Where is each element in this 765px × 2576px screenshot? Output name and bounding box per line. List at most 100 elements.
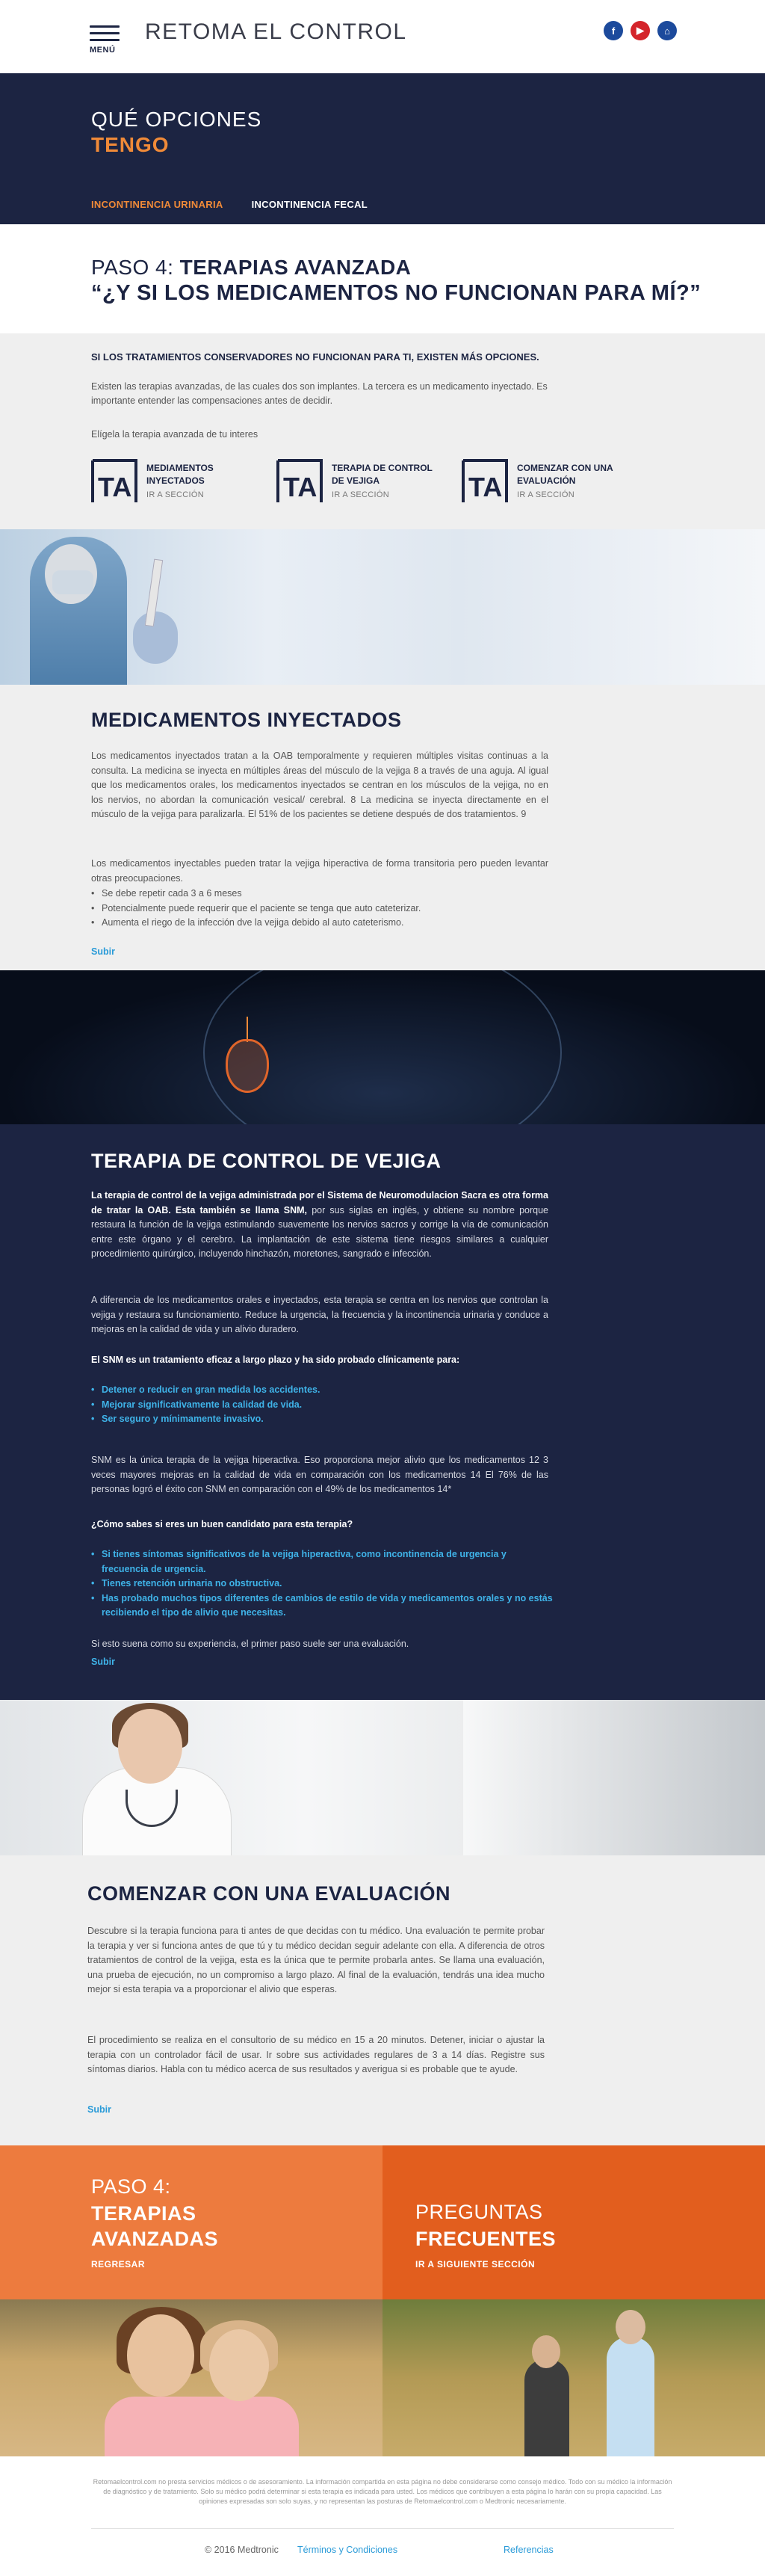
- hamburger-icon-bar: [90, 39, 120, 41]
- bladder-icon: [226, 1039, 269, 1093]
- paragraph-lead: El SNM es un tratamiento eficaz a largo …: [91, 1355, 460, 1365]
- terms-link[interactable]: Términos y Condiciones: [297, 2545, 397, 2555]
- legal-disclaimer: Retomaelcontrol.com no presta servicios …: [93, 2478, 672, 2505]
- section-paragraph-bold: ¿Cómo sabes si eres un buen candidato pa…: [91, 1517, 548, 1532]
- option-link[interactable]: IR A SECCIÓN: [146, 490, 258, 499]
- option-comenzar-evaluacion[interactable]: TA COMENZAR CON UNA EVALUACIÓN IR A SECC…: [462, 459, 647, 504]
- step-name: TERAPIAS AVANZADA: [179, 256, 412, 279]
- nav-sub-label: REGRESAR: [91, 2259, 146, 2270]
- woman-face: [209, 2329, 269, 2401]
- woman-head: [532, 2335, 560, 2368]
- step-title: PASO 4: TERAPIAS AVANZADA: [91, 256, 411, 280]
- list-item: Potencialmente puede requerir que el pac…: [91, 902, 554, 916]
- nav-kicker: PASO 4:: [91, 2175, 171, 2198]
- intro-section: SI LOS TRATAMIENTOS CONSERVADORES NO FUN…: [0, 333, 765, 529]
- gloved-hand: [133, 611, 178, 664]
- option-terapia-control-vejiga[interactable]: TA TERAPIA DE CONTROL DE VEJIGA IR A SEC…: [276, 459, 462, 504]
- list-item: Si tienes síntomas significativos de la …: [91, 1547, 554, 1577]
- woman-face: [127, 2314, 194, 2397]
- home-icon[interactable]: ⌂: [657, 21, 677, 40]
- list-item: Aumenta el riego de la infección dve la …: [91, 916, 554, 931]
- ta-logo-icon: TA: [462, 459, 508, 504]
- previous-section-button[interactable]: PASO 4: TERAPIAS AVANZADAS REGRESAR: [0, 2145, 382, 2299]
- tab-incontinencia-fecal[interactable]: INCONTINENCIA FECAL: [252, 199, 368, 210]
- section-comenzar-evaluacion: COMENZAR CON UNA EVALUACIÓN Descubre si …: [0, 1855, 765, 2145]
- tab-incontinencia-urinaria[interactable]: INCONTINENCIA URINARIA: [91, 199, 223, 210]
- nerve-line: [247, 1017, 248, 1042]
- ta-logo-text: TA: [283, 472, 317, 502]
- hamburger-icon: [90, 25, 120, 28]
- list-item: Has probado muchos tipos diferentes de c…: [91, 1591, 554, 1621]
- ta-logo-text: TA: [468, 472, 502, 502]
- site-footer: Retomaelcontrol.com no presta servicios …: [0, 2456, 765, 2576]
- next-section-button[interactable]: PREGUNTAS FRECUENTES IR A SIGUIENTE SECC…: [382, 2145, 765, 2299]
- section-paragraph: Descubre si la terapia funciona para ti …: [87, 1926, 545, 1994]
- list-item: Se debe repetir cada 3 a 6 meses: [91, 887, 554, 902]
- option-title: TERAPIA DE CONTROL DE VEJIGA: [332, 463, 433, 486]
- back-to-top-link[interactable]: Subir: [91, 946, 115, 957]
- menu-label: MENÚ: [90, 46, 116, 55]
- option-title: COMENZAR CON UNA EVALUACIÓN: [517, 463, 613, 486]
- nav-kicker: PREGUNTAS: [415, 2201, 543, 2223]
- intro-body: Existen las terapias avanzadas, de las c…: [91, 381, 548, 406]
- section-paragraph: Si esto suena como su experiencia, el pr…: [91, 1639, 409, 1649]
- option-link[interactable]: IR A SECCIÓN: [517, 490, 629, 499]
- copyright: © 2016 Medtronic: [205, 2545, 279, 2555]
- option-link[interactable]: IR A SECCIÓN: [332, 490, 444, 499]
- section-terapia-control-vejiga: TERAPIA DE CONTROL DE VEJIGA La terapia …: [0, 1124, 765, 1700]
- hamburger-icon-bar: [90, 32, 120, 34]
- social-links: f ▶ ⌂: [604, 21, 677, 40]
- section-paragraph: SNM es la única terapia de la vejiga hip…: [91, 1455, 548, 1494]
- intro-heading: SI LOS TRATAMIENTOS CONSERVADORES NO FUN…: [91, 351, 539, 363]
- couple-walking-photo: [382, 2299, 765, 2456]
- intro-pick-prompt: Elígela la terapia avanzada de tu intere…: [91, 429, 258, 440]
- section-title: MEDICAMENTOS INYECTADOS: [91, 709, 402, 731]
- menu-button[interactable]: MENÚ: [90, 25, 120, 55]
- section-navigation: PASO 4: TERAPIAS AVANZADAS REGRESAR PREG…: [0, 2145, 765, 2299]
- option-medicamentos-inyectados[interactable]: TA MEDIAMENTOS INYECTADOS IR A SECCIÓN: [91, 459, 276, 504]
- man-figure: [607, 2337, 654, 2456]
- nav-title-line1: FRECUENTES: [415, 2228, 557, 2250]
- man-head: [616, 2310, 645, 2344]
- footer-divider: [91, 2528, 674, 2529]
- section-medicamentos-inyectados: MEDICAMENTOS INYECTADOS Los medicamentos…: [0, 685, 765, 970]
- hero-title-line2: TENGO: [91, 133, 170, 156]
- section-paragraph: Los medicamentos inyectados tratan a la …: [91, 751, 548, 819]
- candidate-list: Si tienes síntomas significativos de la …: [91, 1547, 554, 1621]
- section-title: COMENZAR CON UNA EVALUACIÓN: [87, 1882, 450, 1905]
- benefits-list: Detener o reducir en gran medida los acc…: [91, 1383, 554, 1427]
- list-item: Detener o reducir en gran medida los acc…: [91, 1383, 554, 1398]
- nav-title-line2: AVANZADAS: [91, 2228, 218, 2250]
- woman-figure: [524, 2359, 569, 2456]
- concerns-list: Se debe repetir cada 3 a 6 meses Potenci…: [91, 887, 554, 931]
- nav-title-line1: TERAPIAS: [91, 2202, 196, 2225]
- section-title: TERAPIA DE CONTROL DE VEJIGA: [91, 1150, 442, 1172]
- step-heading: PASO 4: TERAPIAS AVANZADA “¿Y SI LOS MED…: [0, 224, 765, 333]
- youtube-icon[interactable]: ▶: [631, 21, 650, 40]
- anatomy-banner: [0, 970, 765, 1124]
- section-paragraph: A diferencia de los medicamentos orales …: [91, 1295, 548, 1334]
- list-item: Tienes retención urinaria no obstructiva…: [91, 1577, 554, 1591]
- hero-title-line1: QUÉ OPCIONES: [91, 108, 262, 131]
- window-background: [463, 1700, 765, 1855]
- site-title[interactable]: RETOMA EL CONTROL: [145, 19, 407, 45]
- family-photo-banner: [0, 2299, 765, 2456]
- options-hero: QUÉ OPCIONES TENGO INCONTINENCIA URINARI…: [0, 73, 765, 224]
- facebook-icon[interactable]: f: [604, 21, 623, 40]
- step-prefix: PASO 4:: [91, 256, 174, 279]
- surgical-mask: [52, 570, 93, 594]
- injection-photo-banner: [0, 529, 765, 685]
- references-link[interactable]: Referencias: [504, 2545, 554, 2555]
- ta-logo-icon: TA: [91, 459, 137, 504]
- back-to-top-link[interactable]: Subir: [87, 2104, 111, 2115]
- step-question: “¿Y SI LOS MEDICAMENTOS NO FUNCIONAN PAR…: [91, 281, 701, 305]
- section-paragraph: La terapia de control de la vejiga admin…: [91, 1189, 548, 1262]
- section-paragraph: El procedimiento se realiza en el consul…: [87, 2035, 545, 2074]
- doctor-photo-banner: [0, 1700, 765, 1855]
- option-title: MEDIAMENTOS INYECTADOS: [146, 463, 214, 486]
- back-to-top-link[interactable]: Subir: [91, 1657, 115, 1667]
- section-paragraph: Los medicamentos inyectables pueden trat…: [91, 858, 548, 884]
- women-photo: [0, 2299, 382, 2456]
- ta-logo-icon: TA: [276, 459, 323, 504]
- list-item: Mejorar significativamente la calidad de…: [91, 1398, 554, 1413]
